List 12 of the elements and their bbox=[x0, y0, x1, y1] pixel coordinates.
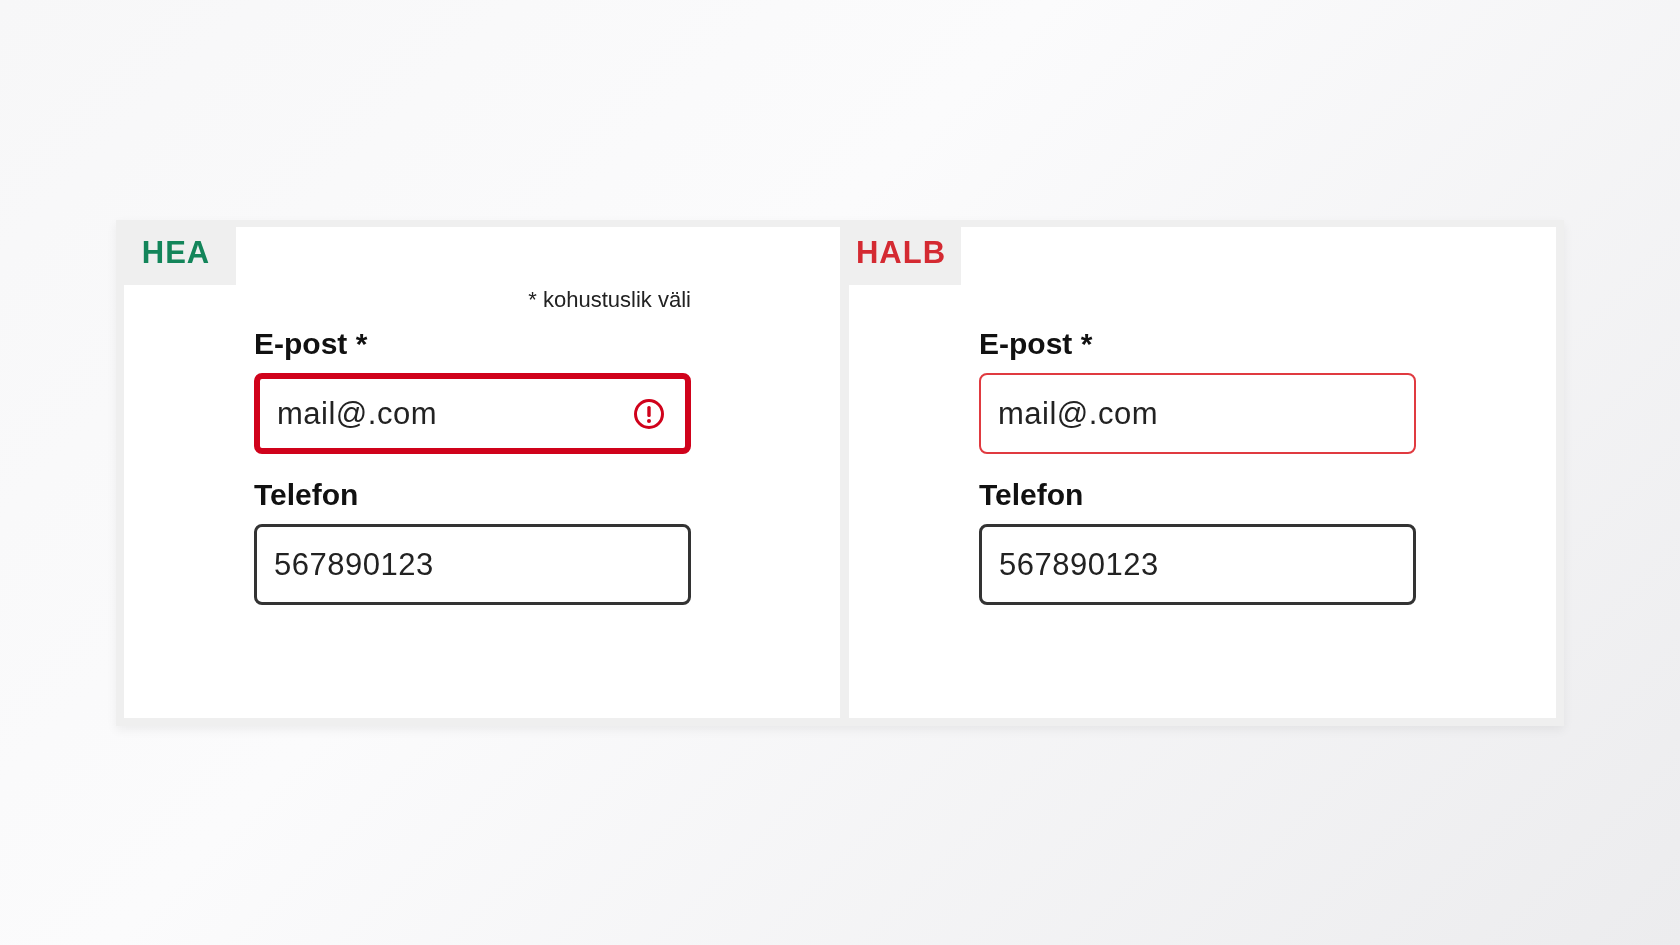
field-label: Telefon bbox=[254, 478, 360, 512]
input-field[interactable]: mail@.com bbox=[979, 373, 1416, 454]
example-label: HALB bbox=[841, 220, 961, 285]
input-field[interactable]: 567890123 bbox=[254, 524, 691, 605]
example-label: HEA bbox=[116, 220, 236, 285]
input-field[interactable]: mail@.com bbox=[254, 373, 691, 454]
field-label: E-post * bbox=[979, 327, 1094, 361]
field-label: Telefon bbox=[979, 478, 1085, 512]
required-note: * kohustuslik väli bbox=[528, 287, 691, 313]
field-label: E-post * bbox=[254, 327, 369, 361]
input-field[interactable]: 567890123 bbox=[979, 524, 1416, 605]
error-icon bbox=[633, 397, 665, 430]
